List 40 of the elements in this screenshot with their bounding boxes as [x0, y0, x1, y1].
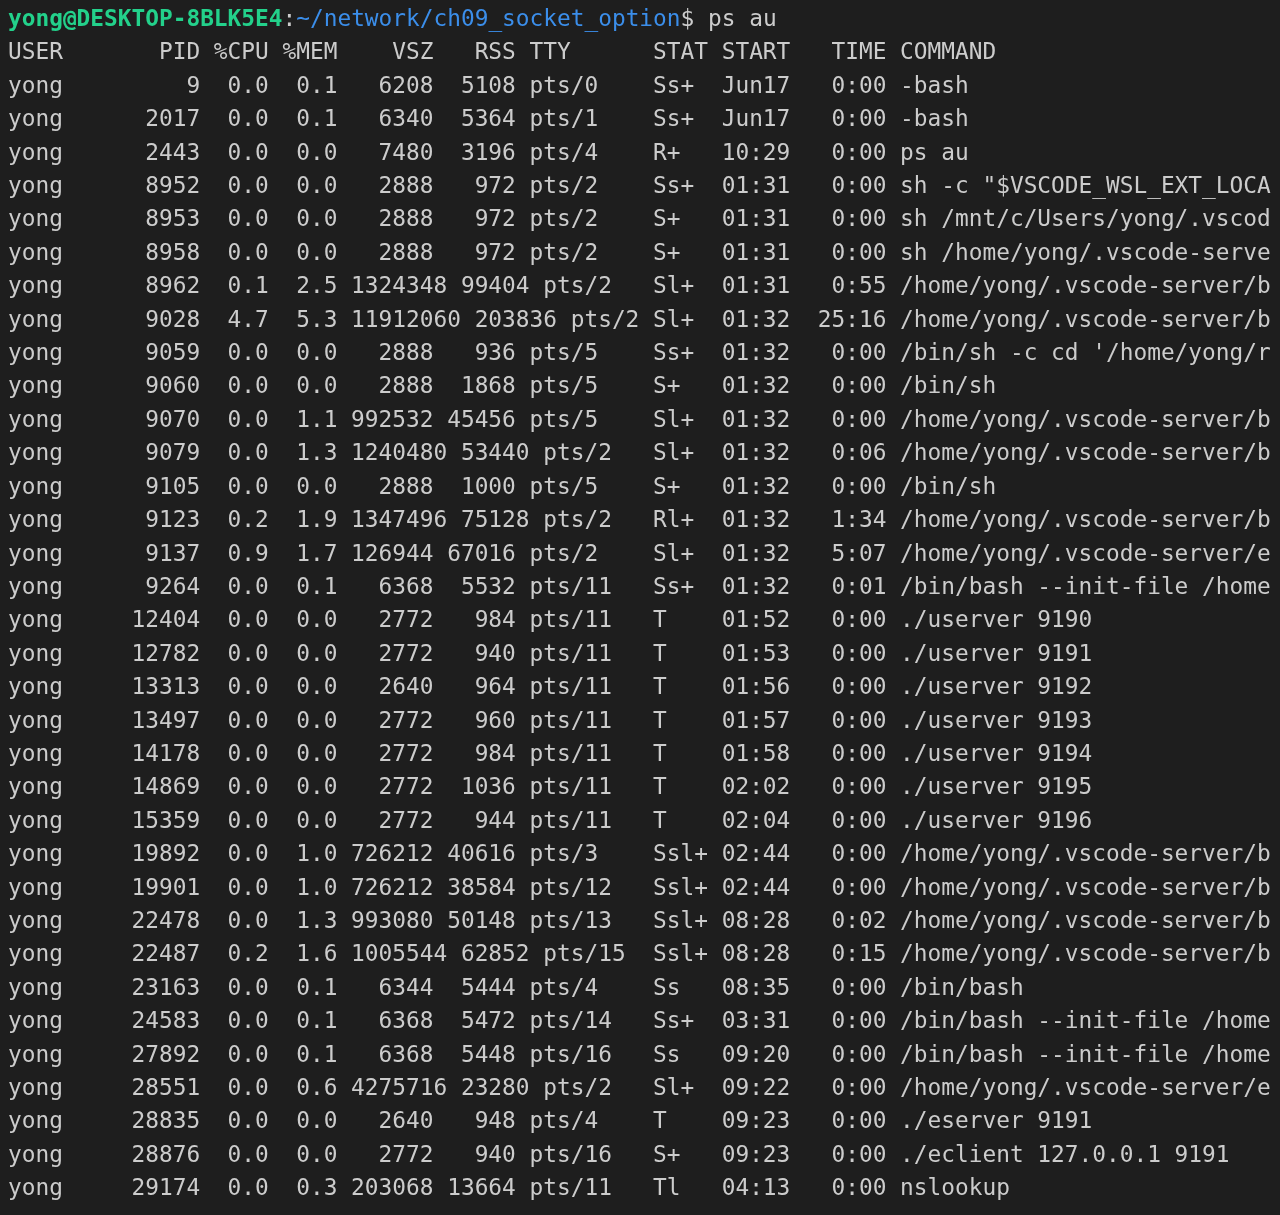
- process-line: yong 8962 0.1 2.5 1324348 99404 pts/2 Sl+ 01:31 0:55 /home/yong/.vscode-server/b: [8, 271, 1271, 301]
- process-line: yong 9105 0.0 0.0 2888 1000 pts/5 S+ 01:32 0:00 /bin/sh: [8, 471, 997, 501]
- column-header-line: USER PID %CPU %MEM VSZ RSS TTY STAT START TIME COMMAND: [8, 37, 997, 67]
- process-line: yong 13313 0.0 0.0 2640 964 pts/11 T 01:56 0:00 ./userver 9192: [8, 672, 1093, 702]
- process-line: yong 8958 0.0 0.0 2888 972 pts/2 S+ 01:31 0:00 sh /home/yong/.vscode-serve: [8, 237, 1271, 267]
- process-line: yong 14869 0.0 0.0 2772 1036 pts/11 T 02:02 0:00 ./userver 9195: [8, 772, 1093, 802]
- process-line: yong 13497 0.0 0.0 2772 960 pts/11 T 01:57 0:00 ./userver 9193: [8, 705, 1093, 735]
- prompt-symbol: $: [680, 4, 695, 33]
- process-line: yong 29174 0.0 0.3 203068 13664 pts/11 Tl 04:13 0:00 nslookup: [8, 1173, 1010, 1203]
- process-line: yong 9070 0.0 1.1 992532 45456 pts/5 Sl+ 01:32 0:00 /home/yong/.vscode-server/b: [8, 404, 1271, 434]
- process-line: yong 9 0.0 0.1 6208 5108 pts/0 Ss+ Jun17 0:00 -bash: [8, 70, 969, 100]
- process-line: yong 2017 0.0 0.1 6340 5364 pts/1 Ss+ Jun17 0:00 -bash: [8, 104, 969, 134]
- process-line: yong 27892 0.0 0.1 6368 5448 pts/16 Ss 09:20 0:00 /bin/bash --init-file /home: [8, 1039, 1271, 1069]
- process-line: yong 14178 0.0 0.0 2772 984 pts/11 T 01:58 0:00 ./userver 9194: [8, 738, 1093, 768]
- process-line: yong 9137 0.9 1.7 126944 67016 pts/2 Sl+ 01:32 5:07 /home/yong/.vscode-server/e: [8, 538, 1271, 568]
- process-line: yong 28876 0.0 0.0 2772 940 pts/16 S+ 09:23 0:00 ./eclient 127.0.0.1 9191: [8, 1139, 1230, 1169]
- process-line: yong 12782 0.0 0.0 2772 940 pts/11 T 01:53 0:00 ./userver 9191: [8, 638, 1093, 668]
- process-line: yong 23163 0.0 0.1 6344 5444 pts/4 Ss 08:35 0:00 /bin/bash: [8, 972, 1024, 1002]
- prompt-path: ~/network/ch09_socket_option: [296, 4, 681, 34]
- process-line: yong 22487 0.2 1.6 1005544 62852 pts/15 Ssl+ 08:28 0:15 /home/yong/.vscode-server/b: [8, 939, 1271, 969]
- process-line: yong 9264 0.0 0.1 6368 5532 pts/11 Ss+ 01:32 0:01 /bin/bash --init-file /home: [8, 571, 1271, 601]
- process-line: yong 9059 0.0 0.0 2888 936 pts/5 Ss+ 01:32 0:00 /bin/sh -c cd '/home/yong/r: [8, 338, 1271, 368]
- process-line: yong 22478 0.0 1.3 993080 50148 pts/13 Ssl+ 08:28 0:02 /home/yong/.vscode-server/b: [8, 905, 1271, 935]
- process-line: yong 9028 4.7 5.3 11912060 203836 pts/2 Sl+ 01:32 25:16 /home/yong/.vscode-server/b: [8, 304, 1271, 334]
- process-line: yong 28835 0.0 0.0 2640 948 pts/4 T 09:23 0:00 ./eserver 9191: [8, 1106, 1093, 1136]
- process-line: yong 9060 0.0 0.0 2888 1868 pts/5 S+ 01:32 0:00 /bin/sh: [8, 371, 997, 401]
- process-line: yong 12404 0.0 0.0 2772 984 pts/11 T 01:52 0:00 ./userver 9190: [8, 605, 1093, 635]
- process-line: yong 24583 0.0 0.1 6368 5472 pts/14 Ss+ 03:31 0:00 /bin/bash --init-file /home: [8, 1006, 1271, 1036]
- process-line: yong 9079 0.0 1.3 1240480 53440 pts/2 Sl+ 01:32 0:06 /home/yong/.vscode-server/b: [8, 438, 1271, 468]
- process-line: yong 19892 0.0 1.0 726212 40616 pts/3 Ssl+ 02:44 0:00 /home/yong/.vscode-server/b: [8, 839, 1271, 869]
- process-line: yong 9123 0.2 1.9 1347496 75128 pts/2 Rl+ 01:32 1:34 /home/yong/.vscode-server/b: [8, 505, 1271, 535]
- prompt-user-host: yong@DESKTOP-8BLK5E4: [8, 4, 283, 33]
- process-line: yong 2443 0.0 0.0 7480 3196 pts/4 R+ 10:29 0:00 ps au: [8, 137, 969, 167]
- typed-command: ps au: [707, 4, 777, 33]
- process-line: yong 8953 0.0 0.0 2888 972 pts/2 S+ 01:31 0:00 sh /mnt/c/Users/yong/.vscod: [8, 204, 1271, 234]
- process-line: yong 15359 0.0 0.0 2772 944 pts/11 T 02:04 0:00 ./userver 9196: [8, 805, 1093, 835]
- process-line: yong 19901 0.0 1.0 726212 38584 pts/12 Ssl+ 02:44 0:00 /home/yong/.vscode-server/b: [8, 872, 1271, 902]
- prompt-separator: :: [282, 4, 297, 33]
- process-line: yong 8952 0.0 0.0 2888 972 pts/2 Ss+ 01:31 0:00 sh -c "$VSCODE_WSL_EXT_LOCA: [8, 171, 1271, 201]
- process-line: yong 28551 0.0 0.6 4275716 23280 pts/2 Sl+ 09:22 0:00 /home/yong/.vscode-server/e: [8, 1073, 1271, 1102]
